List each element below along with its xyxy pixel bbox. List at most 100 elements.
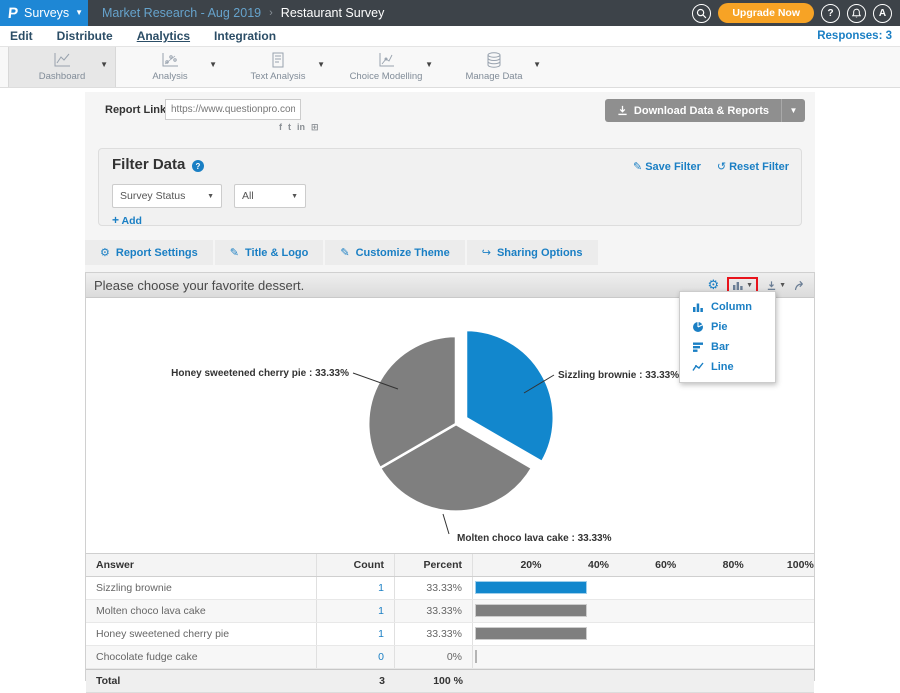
count-link[interactable]: 1 (378, 628, 384, 640)
tab-sharing-options[interactable]: ↪Sharing Options (467, 240, 598, 265)
reset-filter-button[interactable]: ↺Reset Filter (717, 160, 789, 173)
toolbar-item-choice-modelling[interactable]: Choice Modelling ▼ (332, 47, 440, 87)
chevron-down-icon: ▼ (425, 60, 433, 69)
total-percent: 100 % (395, 670, 473, 692)
chevron-down-icon: ▼ (207, 193, 214, 200)
nav-item-edit[interactable]: Edit (10, 29, 33, 43)
answer-bar (475, 650, 477, 663)
search-button[interactable] (692, 4, 711, 23)
tab-customize-theme[interactable]: ✎Customize Theme (325, 240, 464, 265)
embed-icon[interactable]: ⊞ (311, 123, 319, 132)
toolbar-item-dashboard[interactable]: Dashboard ▼ (8, 47, 116, 87)
nav-item-integration[interactable]: Integration (214, 29, 276, 43)
download-group: Download Data & Reports ▼ (605, 99, 805, 122)
responses-count[interactable]: Responses: 3 (817, 30, 892, 42)
pie-label-honey-sweetened-cherry-pie: Honey sweetened cherry pie : 33.33% (171, 368, 349, 379)
survey-navbar: Edit Distribute Analytics Integration Re… (0, 26, 900, 47)
pie-label-sizzling-brownie: Sizzling brownie : 33.33% (558, 370, 679, 381)
surveys-label: Surveys (24, 6, 69, 20)
toolbar-item-analysis[interactable]: Analysis ▼ (116, 47, 224, 87)
add-filter-button[interactable]: + Add (112, 213, 142, 227)
topbar-actions: Upgrade Now ? A (692, 3, 900, 23)
download-icon (617, 105, 628, 116)
table-row: Sizzling brownie 1 33.33% (86, 577, 814, 600)
answer-cell: Molten choco lava cake (86, 600, 317, 622)
chevron-down-icon: ▼ (317, 60, 325, 69)
breadcrumb-survey: Restaurant Survey (281, 6, 385, 20)
filter-value-select[interactable]: All ▼ (234, 184, 306, 208)
report-tabs: ⚙Report Settings ✎Title & Logo ✎Customiz… (85, 240, 598, 265)
table-row: Molten choco lava cake 1 33.33% (86, 600, 814, 623)
total-bar-cell (473, 670, 814, 692)
help-button[interactable]: ? (821, 4, 840, 23)
percent-cell: 33.33% (395, 577, 473, 599)
avatar[interactable]: A (873, 4, 892, 23)
notifications-button[interactable] (847, 4, 866, 23)
scale-tick: 80% (723, 559, 744, 571)
bar-chart-icon (692, 341, 704, 353)
chart-share-button[interactable] (794, 280, 806, 291)
questionpro-logo: P (7, 5, 19, 22)
upgrade-now-button[interactable]: Upgrade Now (718, 3, 814, 23)
chart-type-button[interactable]: ▼ (732, 280, 753, 291)
twitter-icon[interactable]: t (288, 123, 291, 132)
linkedin-icon[interactable]: in (297, 123, 305, 132)
menu-item-bar[interactable]: Bar (680, 337, 775, 357)
answer-cell: Honey sweetened cherry pie (86, 623, 317, 645)
chevron-down-icon: ▼ (75, 9, 83, 17)
filter-actions: ✎Save Filter ↺Reset Filter (633, 160, 789, 173)
answer-bar (475, 604, 587, 617)
percent-cell: 0% (395, 646, 473, 668)
choice-modelling-chart-icon (332, 51, 440, 71)
column-chart-icon (732, 280, 744, 291)
breadcrumb-folder[interactable]: Market Research - Aug 2019 (102, 6, 261, 20)
answer-cell: Sizzling brownie (86, 577, 317, 599)
topbar: P Surveys ▼ Market Research - Aug 2019 ›… (0, 0, 900, 26)
chevron-down-icon: ▼ (100, 60, 108, 69)
save-filter-button[interactable]: ✎Save Filter (633, 160, 701, 173)
header-answer: Answer (86, 554, 317, 576)
menu-item-column[interactable]: Column (680, 297, 775, 317)
edit-icon: ✎ (230, 246, 239, 259)
survey-status-select[interactable]: Survey Status ▼ (112, 184, 222, 208)
gears-icon: ⚙ (100, 246, 110, 259)
report-link-input[interactable] (165, 99, 301, 120)
filter-help-icon[interactable]: ? (192, 160, 204, 172)
table-header-row: Answer Count Percent 20% 40% 60% 80% 100… (86, 553, 814, 577)
count-link[interactable]: 1 (378, 582, 384, 594)
facebook-icon[interactable]: f (279, 123, 282, 132)
answer-bar (475, 627, 587, 640)
surveys-menu[interactable]: P Surveys ▼ (0, 0, 88, 26)
tab-report-settings[interactable]: ⚙Report Settings (85, 240, 213, 265)
chart-download-button[interactable]: ▼ (766, 280, 786, 291)
toolbar-item-manage-data[interactable]: Manage Data ▼ (440, 47, 548, 87)
column-chart-icon (692, 301, 704, 313)
answer-bar (475, 581, 587, 594)
table-row: Chocolate fudge cake 0 0% (86, 646, 814, 669)
download-data-reports-button[interactable]: Download Data & Reports (605, 99, 781, 122)
toolbar-item-text-analysis[interactable]: Text Analysis ▼ (224, 47, 332, 87)
total-label: Total (86, 670, 317, 692)
breadcrumb-separator: › (269, 7, 273, 19)
tab-title-logo[interactable]: ✎Title & Logo (215, 240, 324, 265)
count-link[interactable]: 0 (378, 651, 384, 663)
analytics-toolbar: Dashboard ▼ Analysis ▼ Text Analysis ▼ C… (0, 47, 900, 88)
chevron-down-icon: ▼ (291, 193, 298, 200)
header-count: Count (317, 554, 395, 576)
dashboard-content: Report Link f t in ⊞ Download Data & Rep… (85, 92, 815, 681)
menu-item-pie[interactable]: Pie (680, 317, 775, 337)
breadcrumb: Market Research - Aug 2019 › Restaurant … (102, 6, 384, 20)
header-percent: Percent (395, 554, 473, 576)
percent-cell: 33.33% (395, 600, 473, 622)
text-analysis-doc-icon (224, 51, 332, 71)
edit-icon: ✎ (633, 161, 642, 173)
callout-line (443, 514, 449, 534)
download-options-caret[interactable]: ▼ (781, 99, 805, 122)
reset-icon: ↺ (717, 161, 726, 173)
count-link[interactable]: 1 (378, 605, 384, 617)
nav-item-distribute[interactable]: Distribute (57, 29, 113, 43)
answer-cell: Chocolate fudge cake (86, 646, 317, 668)
nav-item-analytics[interactable]: Analytics (137, 29, 190, 43)
filter-panel: Filter Data ? ✎Save Filter ↺Reset Filter… (98, 148, 802, 226)
menu-item-line[interactable]: Line (680, 357, 775, 377)
